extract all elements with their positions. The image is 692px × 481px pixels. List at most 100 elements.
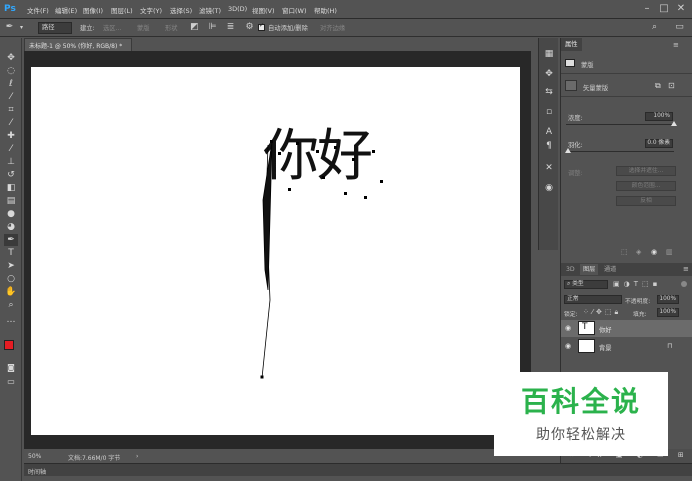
status-arrow-icon[interactable]: › [136,453,138,460]
eye-icon[interactable]: ◉ [565,342,571,350]
quick-select-tool-icon[interactable]: ⁄ [4,91,18,103]
menu-window[interactable]: 窗口(W) [282,5,307,15]
eye-icon[interactable]: ◉ [565,324,571,332]
menu-edit[interactable]: 编辑(E) [55,5,77,15]
zoom-level[interactable]: 50% [28,453,41,460]
feather-field[interactable]: 0.0 像素 [645,139,673,148]
layer-name[interactable]: 你好 [599,325,612,334]
layer-row[interactable]: ◉ 背景 ⊓ [561,338,692,355]
screen-mode-icon[interactable]: ▭ [4,376,18,388]
menu-filter[interactable]: 滤镜(T) [199,5,221,15]
layer-name[interactable]: 背景 [599,343,612,352]
color-range-button[interactable]: 颜色范围... [616,181,676,191]
density-field[interactable]: 100% [645,112,673,121]
blend-mode-select[interactable]: 正常 [564,295,622,304]
make-shape-button[interactable]: 形状 [165,23,178,32]
density-slider-track[interactable] [566,124,674,125]
blur-tool-icon[interactable]: ● [4,208,18,220]
foreground-color-swatch[interactable] [4,340,14,350]
align-edges-label[interactable]: 对齐边缘 [320,23,345,32]
gear-icon[interactable]: ⚙ [244,22,255,33]
minimize-icon[interactable]: – [640,2,654,16]
density-slider-thumb[interactable] [671,121,677,126]
path-alignment-icon[interactable]: ⊫ [207,22,218,33]
path-operations-icon[interactable]: ◩ [189,22,200,33]
filter-toggle-icon[interactable] [681,281,687,287]
layer-filter-select[interactable]: ⌕ 类型 [564,280,608,289]
tab-3d[interactable]: 3D [563,264,578,275]
paragraph-icon[interactable]: ¶ [543,140,555,152]
eyedropper-tool-icon[interactable]: ⁄ [4,117,18,129]
more-tools-icon[interactable]: … [4,314,18,326]
zoom-tool-icon[interactable]: ⌕ [4,299,18,311]
layer-row[interactable]: ◉ T 你好 [561,320,692,337]
menu-3d[interactable]: 3D(D) [228,5,247,13]
marquee-tool-icon[interactable]: ◌ [4,65,18,77]
close-icon[interactable]: ✕ [674,2,688,16]
tab-properties[interactable]: 属性 [561,38,582,51]
auto-add-delete-checkbox[interactable]: ✓ [258,22,265,31]
healing-brush-tool-icon[interactable]: ✚ [4,130,18,142]
timeline-panel-bar[interactable]: 时间轴 [24,463,692,476]
load-selection-icon[interactable]: ⬚ [621,248,628,256]
tool-mode-select[interactable]: 路径 [38,22,72,34]
menu-help[interactable]: 帮助(H) [314,5,337,15]
dodge-tool-icon[interactable]: ◕ [4,221,18,233]
panel-menu-icon[interactable]: ≡ [683,265,689,273]
select-and-mask-button[interactable]: 选择并遮住... [616,166,676,176]
quick-mask-icon[interactable]: ◙ [4,362,18,374]
feather-slider-track[interactable] [566,151,674,152]
document-tab[interactable]: 未标题-1 @ 50% (你好, RGB/8) * [24,38,132,51]
lock-icons[interactable]: ⁘⁄✥⬚🔒︎ [583,308,621,317]
chevron-down-icon[interactable]: ▾ [16,22,27,33]
styles-icon[interactable]: ◉ [543,182,555,194]
tab-channels[interactable]: 通道 [601,264,619,275]
document-canvas[interactable]: 你好 [31,67,520,435]
pen-tool-icon[interactable]: ✒ [4,234,18,246]
gradient-tool-icon[interactable]: ▤ [4,195,18,207]
layer-filter-icons[interactable]: ▣◑T⬚▪ [613,280,661,288]
type-tool-icon[interactable]: T [4,247,18,259]
fill-field[interactable]: 100% [657,308,679,317]
move-tool-icon[interactable]: ✥ [4,52,18,64]
search-icon[interactable]: ⌕ [649,22,660,33]
hand-tool-icon[interactable]: ✋ [4,286,18,298]
path-selection-tool-icon[interactable]: ➤ [4,260,18,272]
pen-icon[interactable]: ✒ [4,22,15,33]
menu-select[interactable]: 选择(S) [170,5,192,15]
character-icon[interactable]: A [543,126,555,138]
add-vector-mask-icon[interactable]: ⊡ [668,81,675,90]
ellipse-tool-icon[interactable]: ○ [4,273,18,285]
feather-slider-thumb[interactable] [565,148,571,153]
brush-tool-icon[interactable]: ⁄ [4,143,18,155]
crop-tool-icon[interactable]: ⌗ [4,104,18,116]
history-icon[interactable]: ▦ [543,48,555,60]
add-pixel-mask-icon[interactable]: ⧉ [655,81,661,91]
eraser-tool-icon[interactable]: ◧ [4,182,18,194]
menu-file[interactable]: 文件(F) [27,5,49,15]
menu-view[interactable]: 视图(V) [252,5,275,15]
workspace-icon[interactable]: ▭ [674,22,685,33]
tool-presets-icon[interactable]: ✕ [543,162,555,174]
opacity-field[interactable]: 100% [657,295,679,304]
maximize-icon[interactable]: □ [657,2,671,16]
vector-mask-thumbnail[interactable] [565,80,577,91]
history-brush-tool-icon[interactable]: ↺ [4,169,18,181]
brush-settings-icon[interactable]: ✥ [543,68,555,80]
eye-icon[interactable]: ◉ [651,248,657,256]
menu-layer[interactable]: 图层(L) [111,5,133,15]
tab-layers[interactable]: 图层 [580,264,599,275]
menu-type[interactable]: 文字(Y) [140,5,162,15]
info-icon[interactable]: ▫ [543,106,555,118]
panel-menu-icon[interactable]: ≡ [673,41,679,49]
invert-button[interactable]: 反相 [616,196,676,206]
adjustments-icon[interactable]: ⇆ [543,86,555,98]
clone-stamp-tool-icon[interactable]: ⊥ [4,156,18,168]
lasso-tool-icon[interactable]: ℓ [4,78,18,90]
path-arrangement-icon[interactable]: ≣ [225,22,236,33]
apply-mask-icon[interactable]: ◈ [636,248,641,256]
make-mask-button[interactable]: 蒙版 [137,23,150,32]
menu-image[interactable]: 图像(I) [83,5,103,15]
trash-icon[interactable]: ▥ [666,248,673,256]
make-selection-button[interactable]: 选区... [103,23,122,32]
